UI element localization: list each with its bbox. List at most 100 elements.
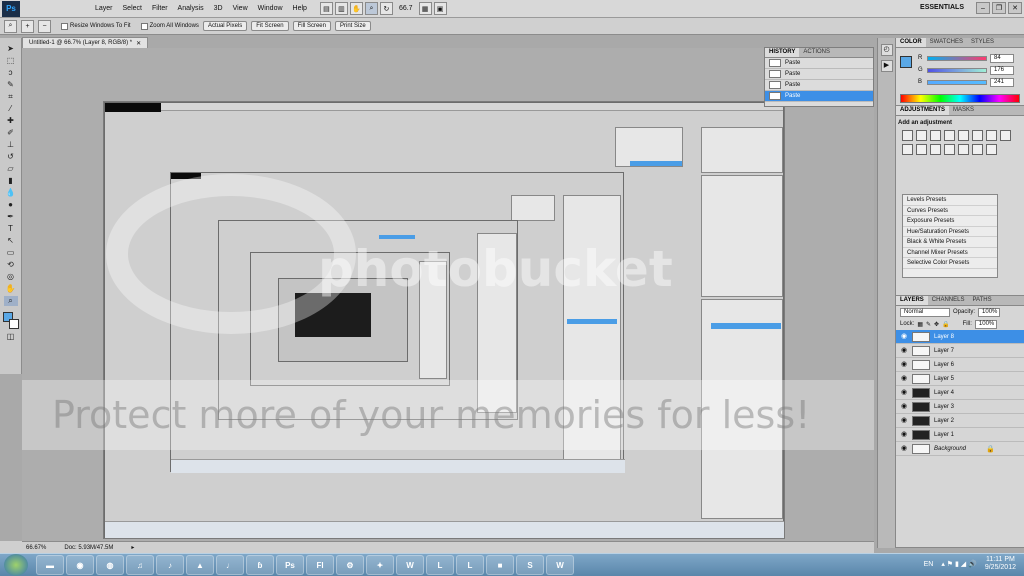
wow-icon[interactable]: W	[546, 555, 574, 575]
fill-screen-button[interactable]: Fill Screen	[292, 21, 331, 31]
layer-row-selected[interactable]: ◉ Layer 8	[896, 330, 1024, 344]
color-panel-foreground-swatch[interactable]	[900, 56, 912, 68]
foobar-icon[interactable]: ɓ	[246, 555, 274, 575]
dodge-tool-icon[interactable]: ●	[4, 200, 18, 210]
levels-icon[interactable]	[916, 130, 927, 141]
history-item[interactable]: Paste	[765, 80, 873, 91]
close-tab-icon[interactable]: ✕	[136, 40, 141, 47]
tray-icons[interactable]: ▴ ⚑ ▮ ◢ 🔊	[941, 560, 977, 568]
brush-tool-icon[interactable]: ✐	[4, 128, 18, 138]
zoom-percentage[interactable]: 66.67%	[26, 545, 46, 551]
exposure-icon[interactable]	[944, 130, 955, 141]
tab-color[interactable]: COLOR	[896, 38, 926, 47]
history-item[interactable]: Paste	[765, 58, 873, 69]
path-select-tool-icon[interactable]: ↖	[4, 236, 18, 246]
hand-tool-icon[interactable]: ✋	[349, 2, 363, 15]
curves-icon[interactable]	[930, 130, 941, 141]
lock-transparency-icon[interactable]: ▦	[917, 321, 923, 328]
red-slider[interactable]	[927, 55, 987, 61]
tab-masks[interactable]: MASKS	[949, 106, 978, 115]
layer-row-background[interactable]: ◉ Background 🔒	[896, 442, 1024, 456]
menu-select[interactable]: Select	[118, 5, 147, 12]
zoom-all-checkbox[interactable]: Zoom All Windows	[140, 22, 199, 30]
color-balance-icon[interactable]	[986, 130, 997, 141]
eye-icon[interactable]: ◉	[900, 431, 908, 439]
menu-window[interactable]: Window	[253, 5, 288, 12]
preset-exposure[interactable]: Exposure Presets	[903, 216, 997, 227]
blue-slider[interactable]	[927, 79, 987, 85]
lasso-tool-icon[interactable]: ↄ	[4, 68, 18, 78]
menu-3d[interactable]: 3D	[209, 5, 228, 12]
arrange-documents-icon[interactable]: ▦	[418, 2, 432, 15]
color-swatches[interactable]	[2, 312, 19, 330]
warcraft-icon[interactable]: W	[396, 555, 424, 575]
background-color-swatch[interactable]	[8, 319, 19, 329]
zoom-tool-icon[interactable]: ⌕	[364, 2, 378, 15]
tab-channels[interactable]: CHANNELS	[928, 296, 969, 305]
black-white-icon[interactable]	[1000, 130, 1011, 141]
green-value-input[interactable]: 176	[990, 65, 1014, 75]
tab-paths[interactable]: PATHS	[968, 296, 995, 305]
media-icon[interactable]: ♩	[216, 555, 244, 575]
document-tab[interactable]: Untitled-1 @ 66.7% (Layer 8, RGB/8) * ✕	[22, 37, 149, 48]
clone-stamp-tool-icon[interactable]: ⊥	[4, 140, 18, 150]
actions-panel-icon[interactable]: ▶	[880, 60, 893, 72]
eraser-tool-icon[interactable]: ▱	[4, 164, 18, 174]
menu-analysis[interactable]: Analysis	[173, 5, 209, 12]
layer-row[interactable]: ◉ Layer 4	[896, 386, 1024, 400]
gradient-map-icon[interactable]	[972, 144, 983, 155]
pen-tool-icon[interactable]: ✒	[4, 212, 18, 222]
game-icon[interactable]: ✦	[366, 555, 394, 575]
bridge-icon[interactable]: ▤	[319, 2, 333, 15]
tab-actions[interactable]: ACTIONS	[799, 48, 834, 57]
hue-saturation-icon[interactable]	[972, 130, 983, 141]
lock-position-icon[interactable]: ✥	[934, 321, 939, 328]
zoom-level[interactable]: 66.7	[395, 5, 417, 12]
eye-icon[interactable]: ◉	[900, 375, 908, 383]
zoom-tool-icon[interactable]: ⌕	[3, 296, 18, 306]
minimize-icon[interactable]: –	[976, 2, 990, 14]
zoom-preset-icon[interactable]: ⌕	[4, 19, 17, 33]
workspace-switcher[interactable]: ESSENTIALS	[920, 4, 964, 11]
vlc-icon[interactable]: ▲	[186, 555, 214, 575]
mini-bridge-icon[interactable]: ▥	[334, 2, 348, 15]
eye-icon[interactable]: ◉	[900, 333, 908, 341]
gradient-tool-icon[interactable]: ▮	[4, 176, 18, 186]
layer-row[interactable]: ◉ Layer 6	[896, 358, 1024, 372]
selective-color-icon[interactable]	[986, 144, 997, 155]
checkbox-box[interactable]	[61, 22, 68, 30]
move-tool-icon[interactable]: ➤	[4, 44, 18, 54]
minecraft-icon[interactable]: ■	[486, 555, 514, 575]
shape-tool-icon[interactable]: ▭	[4, 248, 18, 258]
tab-adjustments[interactable]: ADJUSTMENTS	[896, 106, 950, 115]
photo-filter-icon[interactable]	[902, 144, 913, 155]
menu-view[interactable]: View	[228, 5, 253, 12]
history-panel-icon[interactable]: ◴	[880, 44, 893, 56]
resize-windows-checkbox[interactable]: Resize Windows To Fit	[61, 22, 131, 30]
blue-value-input[interactable]: 241	[990, 77, 1014, 87]
vibrance-icon[interactable]	[958, 130, 969, 141]
eye-icon[interactable]: ◉	[900, 347, 908, 355]
marquee-tool-icon[interactable]: ⬚	[4, 56, 18, 66]
layer-row[interactable]: ◉ Layer 3	[896, 400, 1024, 414]
close-icon[interactable]: ✕	[1008, 2, 1022, 14]
league-icon[interactable]: L	[426, 555, 454, 575]
chrome-icon[interactable]: ◉	[66, 555, 94, 575]
quick-mask-icon[interactable]: ◫	[4, 332, 18, 342]
type-tool-icon[interactable]: T	[4, 224, 18, 234]
flash-icon[interactable]: Fl	[306, 555, 334, 575]
preset-channel-mixer[interactable]: Channel Mixer Presets	[903, 248, 997, 258]
layer-row[interactable]: ◉ Layer 1	[896, 428, 1024, 442]
explorer-icon[interactable]: ▬	[36, 555, 64, 575]
preset-curves[interactable]: Curves Presets	[903, 206, 997, 216]
print-size-button[interactable]: Print Size	[334, 21, 371, 31]
preset-levels[interactable]: Levels Presets	[903, 195, 997, 206]
firefox-icon[interactable]: ◍	[96, 555, 124, 575]
tab-styles[interactable]: STYLES	[967, 38, 998, 47]
green-slider[interactable]	[927, 67, 987, 73]
actual-pixels-button[interactable]: Actual Pixels	[202, 21, 248, 31]
channel-mixer-icon[interactable]	[916, 144, 927, 155]
language-indicator[interactable]: EN	[924, 561, 934, 568]
start-button-icon[interactable]	[4, 554, 28, 576]
invert-icon[interactable]	[930, 144, 941, 155]
